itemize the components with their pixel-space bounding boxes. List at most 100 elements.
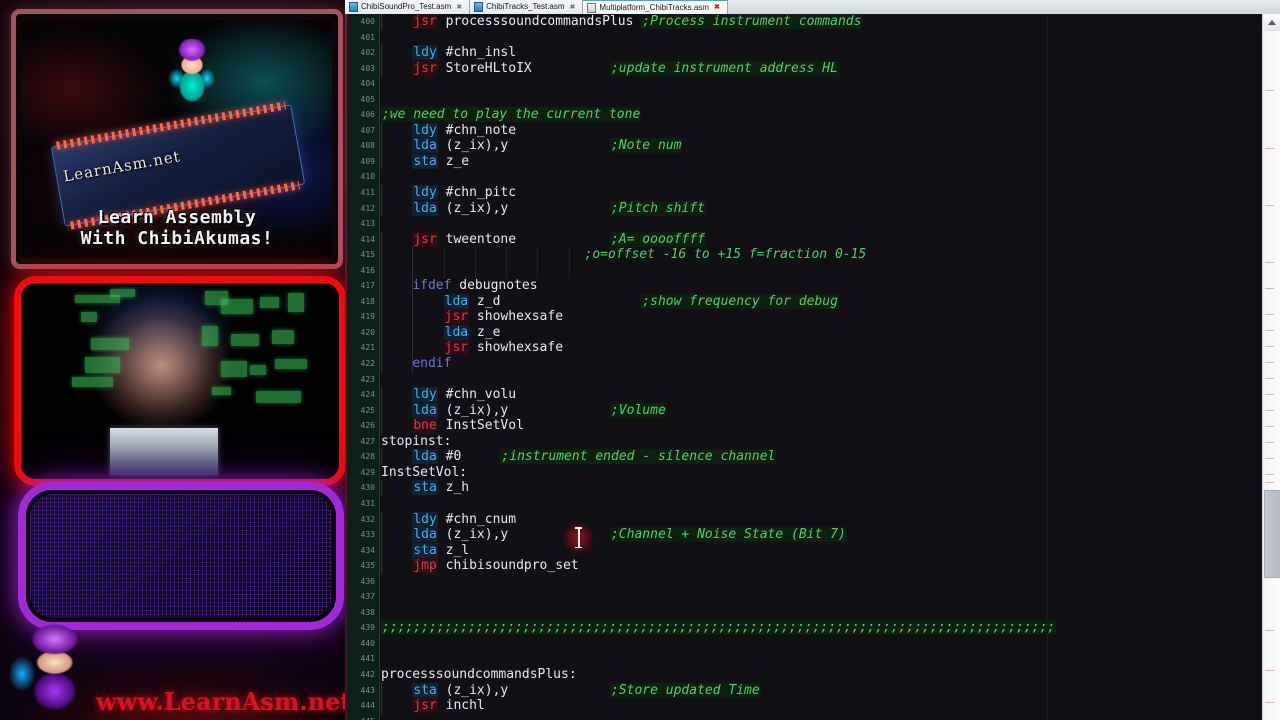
shelf-item xyxy=(259,296,279,309)
code-line[interactable]: 420 lda z_e xyxy=(345,324,1280,341)
shelf-item xyxy=(256,390,301,403)
code-area[interactable]: 400 jsr processsoundcommandsPlus ;Proces… xyxy=(345,14,1280,720)
code-line[interactable]: 429 InstSetVol: xyxy=(345,465,1280,481)
code-line[interactable]: 400 jsr processsoundcommandsPlus ;Proces… xyxy=(345,14,1280,30)
code-text: ;o=offset -16 to +15 f=fraction 0-15 xyxy=(381,247,867,263)
code-line[interactable]: 404 xyxy=(345,76,1280,92)
code-line[interactable]: 440 xyxy=(345,636,1280,652)
code-token: (z_ix),y xyxy=(437,682,610,698)
code-line[interactable]: 421 jsr showhexsafe xyxy=(345,340,1280,357)
code-line[interactable]: 406 ;we need to play the current tone xyxy=(345,107,1280,123)
vertical-scroll-thumb[interactable] xyxy=(1264,490,1280,578)
code-line[interactable]: 414 jsr tweentone ;A= ooooffff xyxy=(345,231,1280,248)
editor-tab[interactable]: Multiplatform_ChibiTracks.asm ✖ xyxy=(583,0,728,14)
line-number: 432 xyxy=(360,514,375,524)
vertical-scrollbar[interactable] xyxy=(1262,14,1280,720)
code-line[interactable]: 426 bne InstSetVol xyxy=(345,418,1280,434)
watermark-area: www.LearnAsm.net xyxy=(0,610,345,720)
code-line[interactable]: 416 xyxy=(345,262,1280,279)
code-token: z_e xyxy=(437,153,470,169)
code-line[interactable]: 439;;;;;;;;;;;;;;;;;;;;;;;;;;;;;;;;;;;;;… xyxy=(345,620,1280,636)
code-line[interactable]: 424 ldy #chn_volu xyxy=(345,387,1280,403)
code-line[interactable]: 444 jsr inchl xyxy=(345,698,1280,714)
code-token: lda xyxy=(443,324,470,340)
code-editor-window: ChibiSoundPro_Test.asm ✖ ChibiTracks_Test.… xyxy=(345,0,1280,720)
code-token: #chn_insl xyxy=(437,45,517,61)
code-line[interactable]: 428 lda #0 ;instrument ended - silence c… xyxy=(345,449,1280,465)
code-token: showhexsafe xyxy=(469,340,564,356)
code-line[interactable]: 415 ;o=offset -16 to +15 f=fraction 0-15 xyxy=(345,247,1280,263)
editor-tab-bar[interactable]: ChibiSoundPro_Test.asm ✖ ChibiTracks_Test.… xyxy=(345,0,1280,15)
code-text: ;;;;;;;;;;;;;;;;;;;;;;;;;;;;;;;;;;;;;;;;… xyxy=(381,620,1057,636)
code-line[interactable]: 432 ldy #chn_cnum xyxy=(345,511,1280,528)
line-number: 417 xyxy=(360,281,375,291)
code-line[interactable]: 410 xyxy=(345,169,1280,185)
code-line[interactable]: 409 sta z_e xyxy=(345,153,1280,170)
code-line[interactable]: 403 jsr StoreHLtoIX ;update instrument a… xyxy=(345,60,1280,77)
line-number: 440 xyxy=(360,638,375,648)
code-token: ;Store updated Time xyxy=(609,682,761,698)
close-icon[interactable]: ✖ xyxy=(568,3,578,12)
scroll-marker xyxy=(1265,346,1274,347)
code-line[interactable]: 431 xyxy=(345,496,1280,512)
document-icon xyxy=(474,2,484,12)
code-text: jsr processsoundcommandsPlus ;Process in… xyxy=(381,14,863,30)
code-line[interactable]: 412 lda (z_ix),y ;Pitch shift xyxy=(345,200,1280,217)
code-line[interactable]: 411 ldy #chn_pitc xyxy=(345,185,1280,201)
close-icon[interactable]: ✖ xyxy=(454,3,464,12)
scroll-marker xyxy=(1265,426,1274,427)
code-line[interactable]: 434 sta z_l xyxy=(345,542,1280,559)
code-line[interactable]: 430 sta z_h xyxy=(345,480,1280,496)
indent-guide xyxy=(568,262,570,279)
code-line[interactable]: 423 xyxy=(345,372,1280,388)
chibi-character-sprite xyxy=(164,39,219,116)
scroll-marker xyxy=(1265,482,1274,483)
code-line[interactable]: 438 xyxy=(345,605,1280,621)
code-line[interactable]: 441 xyxy=(345,651,1280,667)
code-token: ;Pitch shift xyxy=(609,200,706,216)
code-token: ;o=offset -16 to +15 f=fraction 0-15 xyxy=(584,247,867,263)
indent-guide xyxy=(474,262,476,279)
editor-tab[interactable]: ChibiTracks_Test.asm ✖ xyxy=(470,0,584,14)
code-line[interactable]: 425 lda (z_ix),y ;Volume xyxy=(345,402,1280,419)
code-token: z_e xyxy=(469,324,501,340)
code-line[interactable]: 401 xyxy=(345,30,1280,46)
code-line[interactable]: 408 lda (z_ix),y ;Note num xyxy=(345,138,1280,154)
code-line[interactable]: 405 xyxy=(345,92,1280,108)
code-line[interactable]: 402 ldy #chn_insl xyxy=(345,45,1280,61)
scroll-up-arrow-icon[interactable] xyxy=(1263,14,1280,31)
code-line[interactable]: 427 stopinst: xyxy=(345,434,1280,450)
code-text: processsoundcommandsPlus: xyxy=(381,667,577,683)
code-token: ifdef xyxy=(412,278,452,294)
code-line[interactable]: 417 ifdef debugnotes xyxy=(345,278,1280,294)
code-line[interactable]: 418 lda z_d ;show frequency for debug xyxy=(345,293,1280,310)
code-line[interactable]: 445 xyxy=(345,714,1280,720)
close-icon[interactable]: ✖ xyxy=(712,3,722,12)
code-line[interactable]: 436 xyxy=(345,574,1280,590)
code-line[interactable]: 433 lda (z_ix),y ;Channel + Noise State … xyxy=(345,527,1280,543)
code-lines[interactable]: 400 jsr processsoundcommandsPlus ;Proces… xyxy=(345,14,1280,720)
scroll-change-markers xyxy=(1263,30,1280,720)
code-line[interactable]: 442 processsoundcommandsPlus: xyxy=(345,667,1280,683)
code-line[interactable]: 413 xyxy=(345,216,1280,232)
line-number: 415 xyxy=(360,250,375,260)
code-line[interactable]: 407 ldy #chn_note xyxy=(345,122,1280,139)
line-number: 433 xyxy=(360,530,375,540)
code-line[interactable]: 443 sta (z_ix),y ;Store updated Time xyxy=(345,682,1280,699)
code-token: lda xyxy=(412,449,438,465)
watermark-text: www.LearnAsm.net xyxy=(96,687,345,716)
code-line[interactable]: 437 xyxy=(345,589,1280,605)
code-line[interactable]: 419 jsr showhexsafe xyxy=(345,309,1280,325)
code-line[interactable]: 422 endif xyxy=(345,356,1280,372)
editor-tab[interactable]: ChibiSoundPro_Test.asm ✖ xyxy=(345,0,471,14)
shelf-item xyxy=(275,359,308,370)
code-line[interactable]: 435 jmp chibisoundpro_set xyxy=(345,558,1280,574)
code-token: jsr xyxy=(412,14,438,29)
